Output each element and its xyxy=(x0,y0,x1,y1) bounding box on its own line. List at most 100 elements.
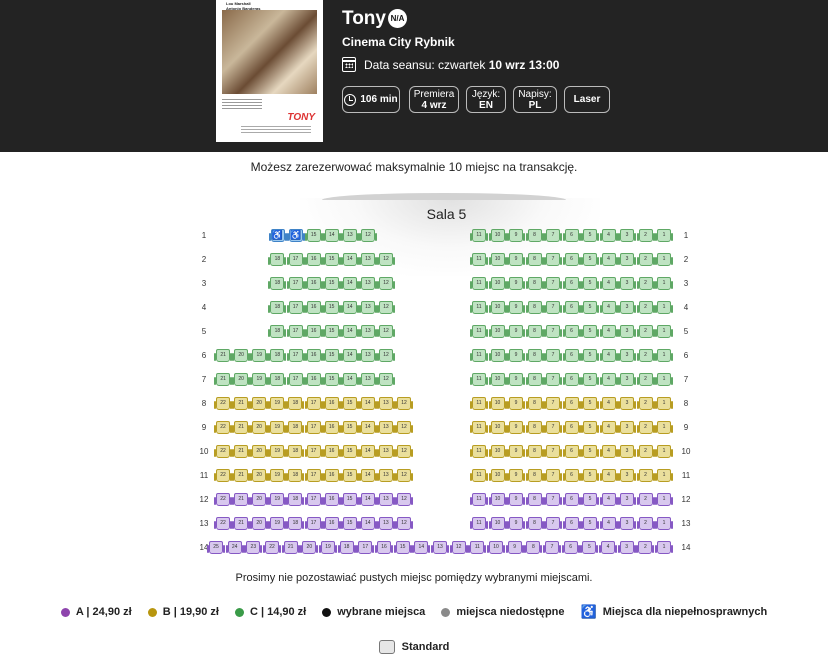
seat[interactable]: 5 xyxy=(581,349,599,362)
seat[interactable]: 4 xyxy=(599,277,618,290)
seat[interactable]: 14 xyxy=(358,445,377,458)
seat[interactable]: 24 xyxy=(225,541,244,554)
seat[interactable]: 9 xyxy=(507,517,525,530)
seat[interactable]: 4 xyxy=(599,229,618,242)
seat[interactable]: 22 xyxy=(214,517,232,530)
seat[interactable]: 19 xyxy=(250,349,269,362)
seat[interactable]: 3 xyxy=(618,277,636,290)
seat[interactable]: 16 xyxy=(304,301,323,314)
seat[interactable]: 2 xyxy=(636,445,655,458)
seat[interactable]: 20 xyxy=(250,469,269,482)
seat[interactable]: 14 xyxy=(340,277,359,290)
seat[interactable]: 12 xyxy=(377,373,395,386)
seat[interactable]: 22 xyxy=(214,397,232,410)
seat[interactable]: 12 xyxy=(395,469,413,482)
seat[interactable]: 7 xyxy=(544,277,562,290)
seat[interactable]: 1 xyxy=(655,373,673,386)
seat[interactable]: 16 xyxy=(322,469,341,482)
seat[interactable]: 17 xyxy=(286,301,305,314)
seat[interactable]: 17 xyxy=(304,517,323,530)
seat[interactable]: 7 xyxy=(544,421,562,434)
seat[interactable]: 7 xyxy=(544,445,562,458)
seat[interactable]: 16 xyxy=(304,277,323,290)
seat[interactable]: 4 xyxy=(599,349,618,362)
seat[interactable]: 1 xyxy=(655,301,673,314)
seat[interactable]: 20 xyxy=(250,493,269,506)
seat[interactable]: 18 xyxy=(268,253,287,266)
seat[interactable]: 2 xyxy=(636,277,655,290)
seat[interactable]: 18 xyxy=(286,421,305,434)
seat[interactable]: 5 xyxy=(581,397,599,410)
seat[interactable]: 16 xyxy=(322,421,341,434)
seat[interactable]: 11 xyxy=(470,349,488,362)
seat[interactable]: 15 xyxy=(340,517,359,530)
seat[interactable]: 1 xyxy=(655,325,673,338)
seat[interactable]: 20 xyxy=(300,541,319,554)
seat[interactable]: 2 xyxy=(636,517,655,530)
seat[interactable]: 16 xyxy=(322,397,341,410)
seat[interactable]: 3 xyxy=(618,493,636,506)
seat[interactable]: 11 xyxy=(470,421,488,434)
seat[interactable]: 21 xyxy=(232,421,251,434)
seat[interactable]: 10 xyxy=(487,541,505,554)
seat[interactable]: 17 xyxy=(304,493,323,506)
seat[interactable]: 9 xyxy=(507,469,525,482)
seat[interactable]: 8 xyxy=(525,349,544,362)
seat[interactable]: 10 xyxy=(488,301,507,314)
seat[interactable]: 5 xyxy=(581,253,599,266)
seat[interactable]: 5 xyxy=(581,277,599,290)
seat[interactable]: 13 xyxy=(376,493,395,506)
seat[interactable]: 11 xyxy=(470,445,488,458)
seat[interactable]: 7 xyxy=(544,469,562,482)
seat[interactable]: 7 xyxy=(544,325,562,338)
seat[interactable]: 4 xyxy=(599,541,617,554)
seat[interactable]: 21 xyxy=(232,469,251,482)
seat[interactable]: 5 xyxy=(581,325,599,338)
seat[interactable]: 14 xyxy=(412,541,431,554)
seat[interactable]: 12 xyxy=(449,541,468,554)
seat[interactable]: 17 xyxy=(286,253,305,266)
seat[interactable]: 13 xyxy=(431,541,449,554)
seat[interactable]: 10 xyxy=(488,493,507,506)
wheelchair-seat[interactable]: ♿ xyxy=(268,229,287,242)
seat[interactable]: 9 xyxy=(507,373,525,386)
seat[interactable]: 18 xyxy=(286,493,305,506)
seat[interactable]: 11 xyxy=(470,253,488,266)
seat[interactable]: 2 xyxy=(636,493,655,506)
seat[interactable]: 8 xyxy=(525,253,544,266)
seat[interactable]: 6 xyxy=(562,493,581,506)
seat[interactable]: 4 xyxy=(599,397,618,410)
seat[interactable]: 8 xyxy=(525,373,544,386)
seat[interactable]: 21 xyxy=(281,541,300,554)
seat[interactable]: 4 xyxy=(599,445,618,458)
seat[interactable]: 11 xyxy=(470,373,488,386)
seat[interactable]: 6 xyxy=(562,445,581,458)
seat[interactable]: 11 xyxy=(470,277,488,290)
seat[interactable]: 5 xyxy=(581,301,599,314)
seat[interactable]: 12 xyxy=(395,421,413,434)
seat[interactable]: 6 xyxy=(562,277,581,290)
seat[interactable]: 13 xyxy=(358,277,377,290)
seat[interactable]: 2 xyxy=(636,301,655,314)
seat[interactable]: 4 xyxy=(599,253,618,266)
seat[interactable]: 8 xyxy=(525,421,544,434)
seat[interactable]: 18 xyxy=(268,325,287,338)
seat[interactable]: 2 xyxy=(636,469,655,482)
wheelchair-seat[interactable]: ♿ xyxy=(286,229,305,242)
seat[interactable]: 15 xyxy=(322,349,341,362)
seat[interactable]: 20 xyxy=(250,397,269,410)
seat[interactable]: 9 xyxy=(505,541,524,554)
seat[interactable]: 13 xyxy=(376,421,395,434)
seat[interactable]: 13 xyxy=(376,517,395,530)
seat[interactable]: 1 xyxy=(655,493,673,506)
seat[interactable]: 11 xyxy=(470,229,488,242)
seat[interactable]: 1 xyxy=(655,253,673,266)
seat[interactable]: 15 xyxy=(340,397,359,410)
seat[interactable]: 1 xyxy=(655,349,673,362)
seat[interactable]: 1 xyxy=(655,397,673,410)
seat[interactable]: 21 xyxy=(232,397,251,410)
seat[interactable]: 6 xyxy=(562,397,581,410)
seat[interactable]: 1 xyxy=(655,469,673,482)
seat[interactable]: 15 xyxy=(340,445,359,458)
seat[interactable]: 17 xyxy=(286,349,305,362)
